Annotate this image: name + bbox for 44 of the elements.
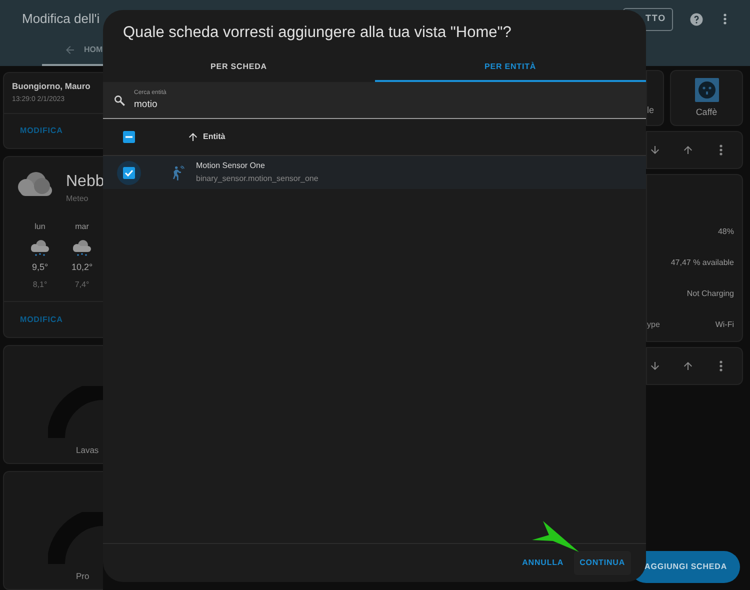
more-icon[interactable] bbox=[719, 144, 723, 156]
search-value: motio bbox=[134, 98, 158, 112]
arrow-up-icon[interactable] bbox=[682, 360, 694, 372]
entity-id: binary_sensor.motion_sensor_one bbox=[196, 173, 318, 185]
entity-row[interactable]: Motion Sensor One binary_sensor.motion_sensor_one bbox=[103, 156, 646, 189]
search-icon bbox=[113, 94, 126, 106]
dialog-tab[interactable]: PER SCHEDA bbox=[103, 53, 374, 82]
entity-value: Wi-Fi bbox=[715, 319, 734, 331]
rain-cloud-icon bbox=[71, 239, 93, 258]
help-icon[interactable] bbox=[689, 12, 704, 26]
more-icon[interactable] bbox=[723, 13, 727, 25]
column-header[interactable]: Entità bbox=[203, 131, 226, 143]
page-title: Modifica dell'i bbox=[22, 10, 100, 28]
forecast-high: 9,5° bbox=[32, 261, 48, 274]
select-all-checkbox[interactable] bbox=[123, 131, 135, 143]
continue-button[interactable]: CONTINUA bbox=[574, 551, 631, 575]
gauge-label: Pro bbox=[76, 570, 90, 583]
entity-button-card[interactable]: le bbox=[646, 70, 664, 126]
sort-arrow-icon[interactable] bbox=[187, 131, 199, 143]
gauge-label: Lavas bbox=[76, 444, 100, 457]
entity-value: 47,47 % available bbox=[670, 257, 734, 269]
entity-name: Motion Sensor One bbox=[196, 160, 266, 172]
cloud-icon bbox=[16, 171, 54, 198]
entity-button-card[interactable]: Caffè bbox=[670, 70, 743, 126]
cancel-button[interactable]: ANNULLA bbox=[516, 551, 570, 575]
greeting-text: Buongiorno, Mauro bbox=[12, 80, 92, 93]
power-outlet-icon bbox=[694, 78, 718, 102]
arrow-up-icon[interactable] bbox=[682, 144, 694, 156]
rain-cloud-icon bbox=[29, 239, 51, 258]
entity-value: Not Charging bbox=[686, 288, 734, 300]
forecast-day: mar bbox=[75, 221, 89, 234]
forecast-low: 7,4° bbox=[74, 278, 90, 291]
entity-name: ype bbox=[647, 319, 660, 331]
pointer-arrow-icon bbox=[532, 521, 580, 553]
weather-label: Meteo bbox=[66, 193, 90, 206]
more-icon[interactable] bbox=[719, 360, 723, 372]
forecast-high: 10,2° bbox=[71, 261, 93, 274]
forecast-low: 8,1° bbox=[32, 278, 48, 291]
arrow-down-icon[interactable] bbox=[649, 144, 661, 156]
row-checkbox[interactable] bbox=[117, 160, 141, 184]
entity-value: 48% bbox=[718, 226, 734, 238]
dialog-title: Quale scheda vorresti aggiungere alla tua vista "Home"? bbox=[123, 22, 512, 43]
arrow-down-icon[interactable] bbox=[649, 360, 661, 372]
forecast-day: lun bbox=[34, 221, 46, 234]
